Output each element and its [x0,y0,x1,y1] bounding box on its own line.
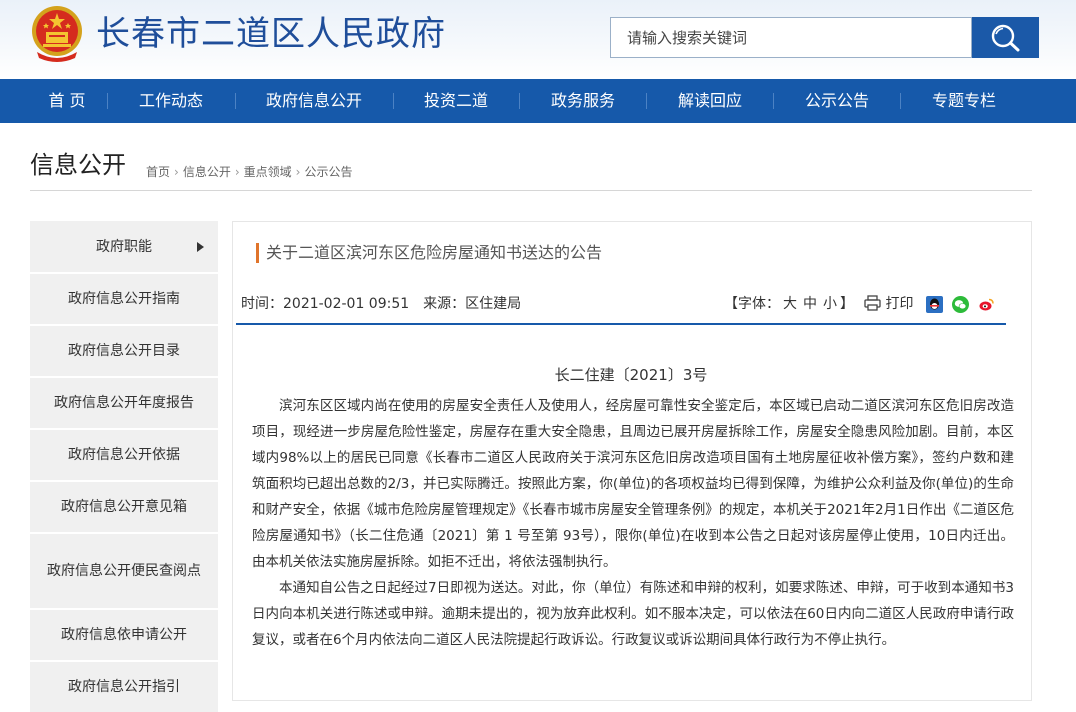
wechat-icon[interactable] [952,296,969,313]
breadcrumb: 首页 › 信息公开 › 重点领域 › 公示公告 [146,163,353,181]
nav-divider [646,93,647,109]
printer-icon [864,295,881,311]
page-title: 信息公开 [30,151,126,179]
nav-services[interactable]: 政务服务 [540,79,626,123]
article-meta: 时间：2021-02-01 09:51 来源：区住建局 [241,294,521,314]
font-size-control: 【字体：大中小】 [724,294,854,314]
search-button[interactable] [972,17,1039,58]
nav-invest[interactable]: 投资二道 [413,79,499,123]
sidebar-item-catalog[interactable]: 政府信息公开目录 [30,326,218,376]
sidebar-item-feedback-box[interactable]: 政府信息公开意见箱 [30,482,218,532]
divider [30,190,1032,191]
nav-announcements[interactable]: 公示公告 [794,79,880,123]
weibo-icon[interactable] [978,296,995,313]
main-nav: 首 页 工作动态 政府信息公开 投资二道 政务服务 解读回应 公示公告 专题专栏 [0,79,1076,123]
sidebar-item-reading-points[interactable]: 政府信息公开便民查阅点 [30,534,218,608]
font-medium-button[interactable]: 中 [803,296,817,312]
nav-divider [107,93,108,109]
nav-divider [900,93,901,109]
breadcrumb-separator: › [234,165,240,179]
font-label: 【字体： [724,296,780,312]
article-body: 滨河东区区域内尚在使用的房屋安全责任人及使用人，经房屋可靠性安全鉴定后，本区域已… [252,393,1014,653]
national-emblem-icon [32,6,82,62]
sidebar-item-basis[interactable]: 政府信息公开依据 [30,430,218,480]
sidebar-item-label: 政府信息公开指南 [68,291,180,307]
font-label-close: 】 [840,296,854,312]
sidebar: 政府职能 政府信息公开指南 政府信息公开目录 政府信息公开年度报告 政府信息公开… [30,221,218,712]
breadcrumb-announcements[interactable]: 公示公告 [304,165,352,179]
print-button[interactable]: 打印 [864,294,913,314]
search-input[interactable] [610,17,972,58]
sidebar-item-label: 政府信息公开年度报告 [54,395,194,411]
article-paragraph: 滨河东区区域内尚在使用的房屋安全责任人及使用人，经房屋可靠性安全鉴定后，本区域已… [252,398,1014,570]
site-header: 长春市二道区人民政府 [0,0,1076,79]
publish-time: 时间：2021-02-01 09:51 [241,296,410,312]
breadcrumb-home[interactable]: 首页 [146,165,170,179]
sidebar-item-label: 政府信息依申请公开 [61,627,187,643]
font-large-button[interactable]: 大 [783,296,797,312]
caret-right-icon [197,241,204,252]
article-title: 关于二道区滨河东区危险房屋通知书送达的公告 [266,243,603,262]
nav-interpretation[interactable]: 解读回应 [667,79,753,123]
search-icon [991,24,1020,52]
nav-gov-info[interactable]: 政府信息公开 [252,79,376,123]
breadcrumb-key-areas[interactable]: 重点领域 [244,165,292,179]
breadcrumb-info-public[interactable]: 信息公开 [183,165,231,179]
qq-icon[interactable] [926,296,943,313]
article-source: 来源：区住建局 [423,296,522,312]
meta-divider [236,323,1006,325]
sidebar-item-guide[interactable]: 政府信息公开指南 [30,274,218,324]
print-label: 打印 [885,296,914,312]
nav-divider [773,93,774,109]
breadcrumb-separator: › [174,165,179,179]
font-small-button[interactable]: 小 [823,296,837,312]
article-paragraph: 本通知自公告之日起经过7日即视为送达。对此，你（单位）有陈述和申辩的权利，如要求… [252,580,1014,648]
sidebar-item-label: 政府职能 [96,238,152,255]
sidebar-item-directions[interactable]: 政府信息公开指引 [30,662,218,712]
breadcrumb-separator: › [295,165,301,179]
nav-work-news[interactable]: 工作动态 [128,79,214,123]
site-title[interactable]: 长春市二道区人民政府 [96,12,446,56]
title-accent-bar [256,243,259,263]
nav-topics[interactable]: 专题专栏 [921,79,1007,123]
sidebar-item-label: 政府信息公开便民查阅点 [47,563,201,579]
sidebar-item-label: 政府信息公开依据 [68,447,180,463]
nav-home[interactable]: 首 页 [30,79,104,123]
sidebar-item-gov-functions[interactable]: 政府职能 [30,221,218,272]
sidebar-item-annual-report[interactable]: 政府信息公开年度报告 [30,378,218,428]
sidebar-item-label: 政府信息公开目录 [68,343,180,359]
sidebar-item-label: 政府信息公开指引 [68,679,180,695]
document-number: 长二住建〔2021〕3号 [554,366,708,384]
sidebar-item-apply[interactable]: 政府信息依申请公开 [30,610,218,660]
sidebar-item-label: 政府信息公开意见箱 [61,499,187,515]
nav-divider [519,93,520,109]
nav-divider [393,93,394,109]
nav-divider [235,93,236,109]
